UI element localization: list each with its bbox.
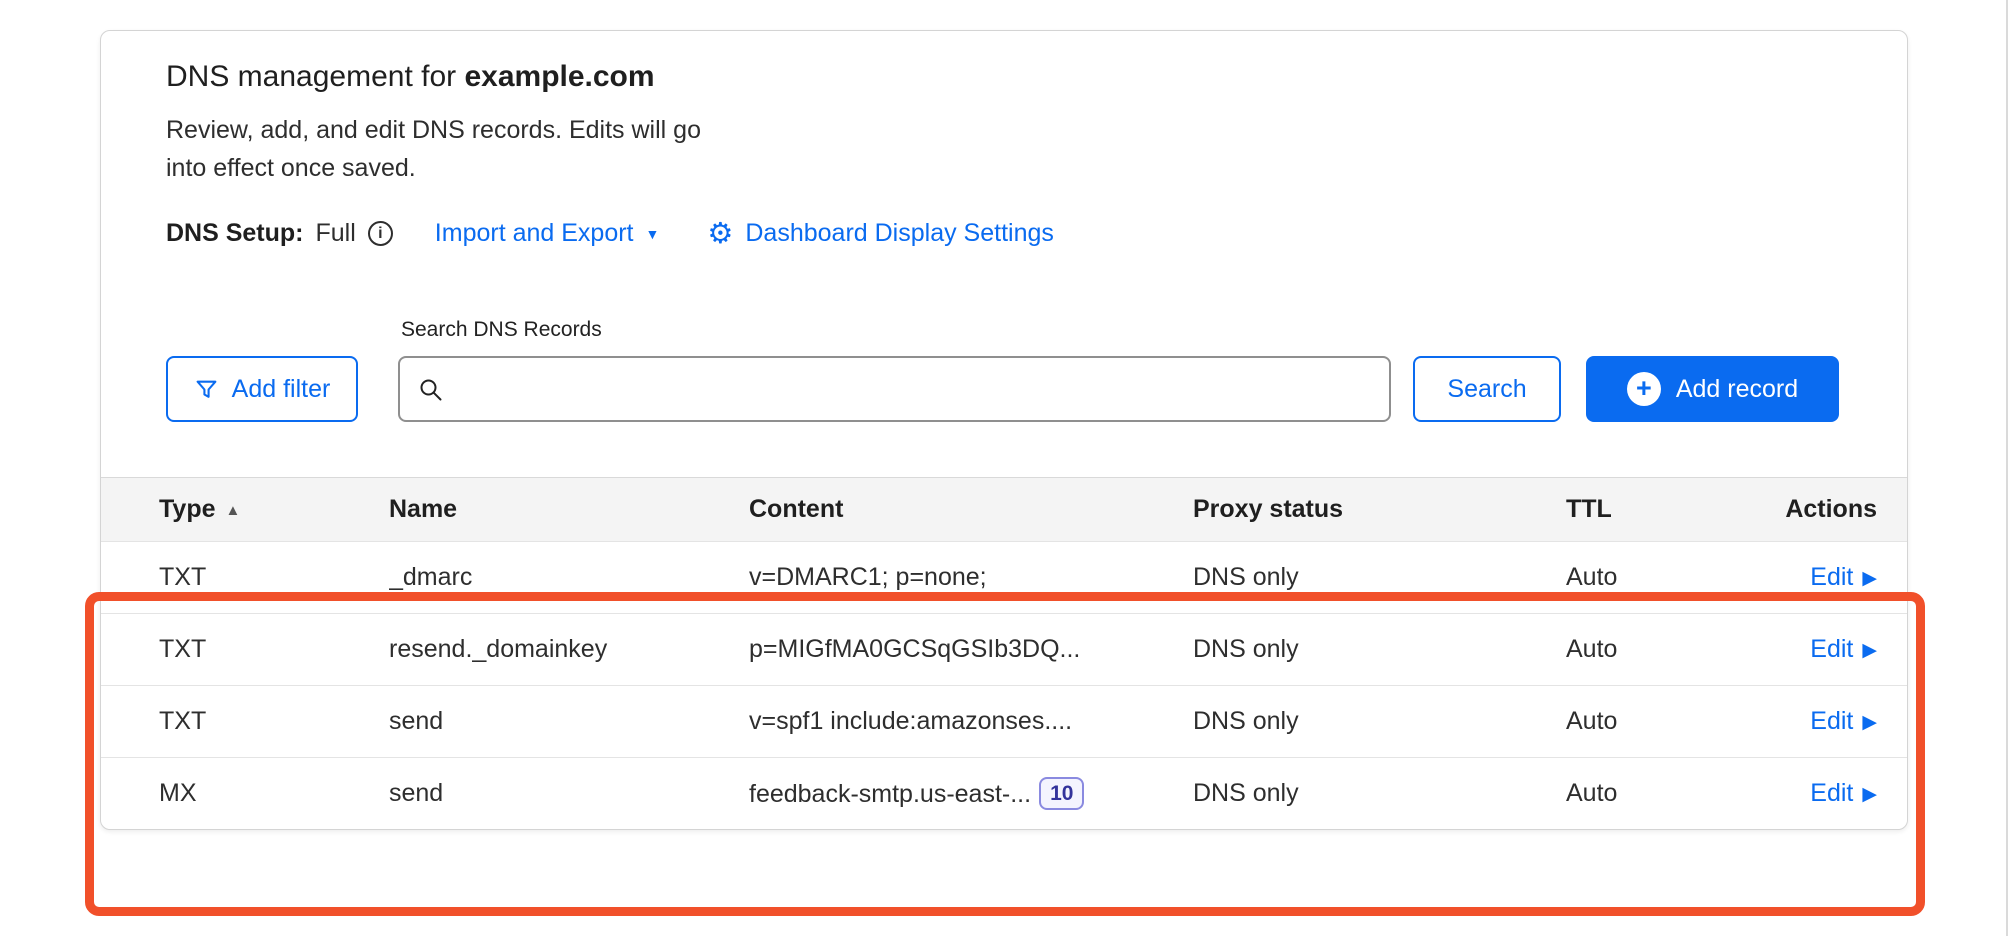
search-icon: [418, 377, 444, 403]
search-input[interactable]: [398, 356, 1391, 422]
cell-type: MX: [159, 779, 389, 808]
dns-records-table: Type▲ Name Content Proxy status TTL Acti…: [101, 477, 1907, 829]
page-title-prefix: DNS management for: [166, 60, 464, 93]
cell-name: resend._domainkey: [389, 635, 749, 664]
plus-icon: +: [1627, 372, 1661, 406]
add-record-button[interactable]: + Add record: [1586, 356, 1839, 422]
cell-type: TXT: [159, 707, 389, 736]
chevron-right-icon: ▶: [1862, 639, 1877, 662]
table-row: TXT send v=spf1 include:amazonses.... DN…: [101, 685, 1907, 757]
gear-icon: ⚙: [707, 220, 733, 249]
edit-record-link[interactable]: Edit▶: [1810, 635, 1877, 664]
column-header-actions: Actions: [1721, 495, 1877, 524]
cell-type: TXT: [159, 563, 389, 592]
cell-ttl: Auto: [1566, 635, 1721, 664]
column-header-content: Content: [749, 495, 1193, 524]
dns-setup-row: DNS Setup: Full i Import and Export ▼ ⚙ …: [166, 219, 1842, 248]
edit-record-link[interactable]: Edit▶: [1810, 563, 1877, 592]
cell-content: feedback-smtp.us-east-...10: [749, 777, 1193, 810]
cell-name: send: [389, 707, 749, 736]
chevron-right-icon: ▶: [1862, 567, 1877, 590]
add-filter-button[interactable]: Add filter: [166, 356, 358, 422]
cell-proxy-status: DNS only: [1193, 563, 1566, 592]
chevron-right-icon: ▶: [1862, 711, 1877, 734]
filter-icon: [194, 377, 219, 402]
search-box: [398, 356, 1391, 422]
cell-name: _dmarc: [389, 563, 749, 592]
dns-management-card: DNS management for example.com Review, a…: [100, 30, 1908, 830]
cell-ttl: Auto: [1566, 779, 1721, 808]
cell-content: v=spf1 include:amazonses....: [749, 707, 1193, 736]
add-record-label: Add record: [1676, 375, 1798, 404]
chevron-right-icon: ▶: [1862, 783, 1877, 806]
add-filter-label: Add filter: [232, 375, 331, 404]
column-header-ttl: TTL: [1566, 495, 1721, 524]
import-export-link[interactable]: Import and Export ▼: [435, 219, 660, 248]
edit-record-link[interactable]: Edit▶: [1810, 779, 1877, 808]
page-description: Review, add, and edit DNS records. Edits…: [166, 111, 741, 187]
chevron-down-icon: ▼: [646, 226, 660, 242]
cell-proxy-status: DNS only: [1193, 635, 1566, 664]
table-row: MX send feedback-smtp.us-east-...10 DNS …: [101, 757, 1907, 829]
dns-setup-label: DNS Setup:: [166, 219, 304, 248]
info-icon[interactable]: i: [368, 221, 393, 246]
cell-ttl: Auto: [1566, 563, 1721, 592]
table-header-row: Type▲ Name Content Proxy status TTL Acti…: [101, 478, 1907, 541]
page-title: DNS management for example.com: [166, 57, 1842, 97]
dashboard-display-settings-label: Dashboard Display Settings: [745, 219, 1054, 248]
cell-proxy-status: DNS only: [1193, 779, 1566, 808]
dns-management-page: DNS management for example.com Review, a…: [0, 0, 2012, 936]
import-export-label: Import and Export: [435, 219, 634, 248]
cell-type: TXT: [159, 635, 389, 664]
sort-ascending-icon: ▲: [226, 502, 241, 519]
priority-badge: 10: [1039, 777, 1084, 810]
cell-name: send: [389, 779, 749, 808]
column-header-proxy-status: Proxy status: [1193, 495, 1566, 524]
card-header: DNS management for example.com Review, a…: [101, 31, 1907, 248]
edit-record-link[interactable]: Edit▶: [1810, 707, 1877, 736]
column-header-type[interactable]: Type▲: [159, 495, 389, 524]
column-header-name: Name: [389, 495, 749, 524]
cell-ttl: Auto: [1566, 707, 1721, 736]
dashboard-display-settings-link[interactable]: ⚙ Dashboard Display Settings: [707, 219, 1054, 248]
page-title-domain: example.com: [464, 60, 654, 93]
records-toolbar: Add filter Search DNS Records Search + A…: [101, 248, 1907, 422]
search-button-label: Search: [1447, 375, 1526, 404]
search-label: Search DNS Records: [398, 318, 1391, 342]
cell-proxy-status: DNS only: [1193, 707, 1566, 736]
table-row: TXT _dmarc v=DMARC1; p=none; DNS only Au…: [101, 541, 1907, 613]
search-button[interactable]: Search: [1413, 356, 1561, 422]
search-group: Search DNS Records: [398, 318, 1391, 422]
cell-content: v=DMARC1; p=none;: [749, 563, 1193, 592]
table-row: TXT resend._domainkey p=MIGfMA0GCSqGSIb3…: [101, 613, 1907, 685]
dns-setup-value: Full: [316, 219, 356, 248]
page-edge-divider: [2006, 0, 2008, 936]
cell-content: p=MIGfMA0GCSqGSIb3DQ...: [749, 635, 1193, 664]
